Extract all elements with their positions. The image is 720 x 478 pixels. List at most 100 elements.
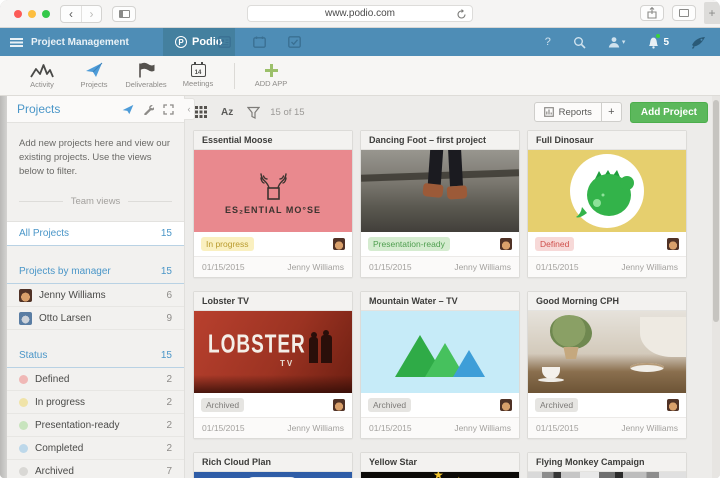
status-item-presentation-ready[interactable]: Presentation-ready 2 <box>7 414 184 437</box>
item-count-label: 15 of 15 <box>270 107 304 118</box>
browser-sidebar-toggle-button[interactable] <box>112 6 136 22</box>
tasks-icon[interactable] <box>288 36 301 48</box>
app-deliverables[interactable]: Deliverables <box>120 62 172 89</box>
project-card-title[interactable]: Yellow Star <box>361 453 519 472</box>
notifications-control[interactable]: 5 <box>647 36 669 49</box>
photo-detail <box>321 335 332 363</box>
workspace-title[interactable]: Project Management <box>31 37 129 48</box>
status-dot-icon <box>19 467 28 476</box>
reload-icon[interactable] <box>456 9 467 20</box>
address-bar[interactable]: www.podio.com <box>247 5 473 22</box>
hamburger-menu-icon[interactable] <box>10 38 23 47</box>
project-card[interactable]: Essential Moose ES₂ENTIAL MO°SE In progr… <box>193 130 353 278</box>
flag-icon <box>137 62 155 78</box>
projects-plane-icon <box>85 62 103 78</box>
calendar-icon[interactable] <box>253 36 266 48</box>
grid-view-icon[interactable] <box>195 106 207 118</box>
project-card-image[interactable] <box>361 150 519 232</box>
add-report-button[interactable]: + <box>602 102 622 122</box>
app-activity[interactable]: Activity <box>16 63 68 89</box>
back-button[interactable]: ‹ <box>61 6 81 22</box>
project-card[interactable]: Full Dinosaur Defined 01/15/2015 Jenny W… <box>527 130 687 278</box>
project-card-title[interactable]: Good Morning CPH <box>528 292 686 311</box>
project-card-image[interactable] <box>194 472 352 478</box>
view-all-projects-count: 15 <box>161 228 172 239</box>
user-menu[interactable]: ▾ <box>608 36 626 48</box>
project-card[interactable]: Yellow Star ★ ★ ★ ★ ★ <box>360 452 520 478</box>
avatar[interactable] <box>500 238 512 250</box>
help-icon[interactable]: ? <box>545 36 551 48</box>
minimize-window-button[interactable] <box>28 10 36 18</box>
status-group-label: Status <box>19 350 47 361</box>
project-card-image[interactable] <box>528 472 686 478</box>
status-group-header[interactable]: Status 15 <box>7 344 184 368</box>
status-item-archived[interactable]: Archived 7 <box>7 460 184 478</box>
status-count: 2 <box>166 374 172 385</box>
status-item-in-progress[interactable]: In progress 2 <box>7 391 184 414</box>
manager-item-otto[interactable]: Otto Larsen 9 <box>7 307 184 330</box>
card-footer: 01/15/2015 Jenny Williams <box>361 257 519 277</box>
sidebar-header: Projects ‹ <box>7 96 184 123</box>
photo-detail <box>309 337 318 363</box>
app-toolbar: Activity Projects Deliverables 14 Meetin… <box>0 56 720 96</box>
view-all-projects[interactable]: All Projects 15 <box>7 221 184 246</box>
sort-alpha-control[interactable]: Az <box>221 107 233 118</box>
manager-item-jenny[interactable]: Jenny Williams 6 <box>7 284 184 307</box>
avatar[interactable] <box>667 238 679 250</box>
search-icon[interactable] <box>573 36 586 49</box>
project-card-title[interactable]: Rich Cloud Plan <box>194 453 352 472</box>
project-card-title[interactable]: Full Dinosaur <box>528 131 686 150</box>
contacts-icon[interactable] <box>218 36 231 48</box>
navbar-user-icons: ? ▾ 5 <box>545 36 706 49</box>
project-card-image[interactable]: ★ ★ ★ ★ ★ <box>361 472 519 478</box>
filter-funnel-icon[interactable] <box>247 106 260 119</box>
close-window-button[interactable] <box>14 10 22 18</box>
project-card[interactable]: Dancing Foot – first project Presentatio… <box>360 130 520 278</box>
avatar[interactable] <box>500 399 512 411</box>
project-card-title[interactable]: Dancing Foot – first project <box>361 131 519 150</box>
scrollbar-thumb[interactable] <box>713 100 719 322</box>
project-card-image[interactable] <box>528 150 686 232</box>
photo-detail <box>194 375 352 393</box>
forward-button[interactable]: › <box>81 6 101 22</box>
project-card-image[interactable] <box>361 311 519 393</box>
expand-icon[interactable] <box>163 104 174 115</box>
project-card-image[interactable]: ES₂ENTIAL MO°SE <box>194 150 352 232</box>
project-card[interactable]: Good Morning CPH Archived 01/15/2015 <box>527 291 687 439</box>
add-app-button[interactable]: ADD APP <box>245 64 297 88</box>
manager-group-header[interactable]: Projects by manager 15 <box>7 260 184 284</box>
reports-icon <box>544 107 554 117</box>
status-item-completed[interactable]: Completed 2 <box>7 437 184 460</box>
new-tab-button[interactable]: + <box>704 2 720 24</box>
project-card-title[interactable]: Flying Monkey Campaign <box>528 453 686 472</box>
status-label: Defined <box>35 374 69 385</box>
status-item-defined[interactable]: Defined 2 <box>7 368 184 391</box>
sidebar-collapse-button[interactable]: ‹ <box>184 98 195 120</box>
avatar[interactable] <box>333 238 345 250</box>
project-card-title[interactable]: Lobster TV <box>194 292 352 311</box>
project-card[interactable]: Lobster TV LOBSTER TV Archived 01/15/201… <box>193 291 353 439</box>
tab-overview-button[interactable] <box>672 5 696 21</box>
project-card-title[interactable]: Mountain Water – TV <box>361 292 519 311</box>
project-card[interactable]: Rich Cloud Plan <box>193 452 353 478</box>
app-projects[interactable]: Projects <box>68 62 120 89</box>
app-badge-icon[interactable] <box>122 104 134 115</box>
avatar[interactable] <box>667 399 679 411</box>
scrollbar[interactable] <box>712 96 720 478</box>
wrench-icon[interactable] <box>143 104 154 115</box>
project-card-image[interactable]: LOBSTER TV <box>194 311 352 393</box>
card-status-row: Presentation-ready <box>361 232 519 257</box>
rocket-icon[interactable] <box>691 36 706 49</box>
project-card[interactable]: Mountain Water – TV Archived 01/15/2015 … <box>360 291 520 439</box>
zoom-window-button[interactable] <box>42 10 50 18</box>
project-card-title[interactable]: Essential Moose <box>194 131 352 150</box>
add-project-button[interactable]: Add Project <box>630 102 708 123</box>
project-card[interactable]: Flying Monkey Campaign <box>527 452 687 478</box>
share-button[interactable] <box>640 5 664 21</box>
avatar[interactable] <box>333 399 345 411</box>
card-manager: Jenny Williams <box>287 262 344 272</box>
project-card-image[interactable] <box>528 311 686 393</box>
projects-main: Az 15 of 15 Reports + Add Project Essent… <box>185 96 720 478</box>
app-meetings[interactable]: 14 Meetings <box>172 64 224 88</box>
reports-button[interactable]: Reports <box>534 102 602 122</box>
